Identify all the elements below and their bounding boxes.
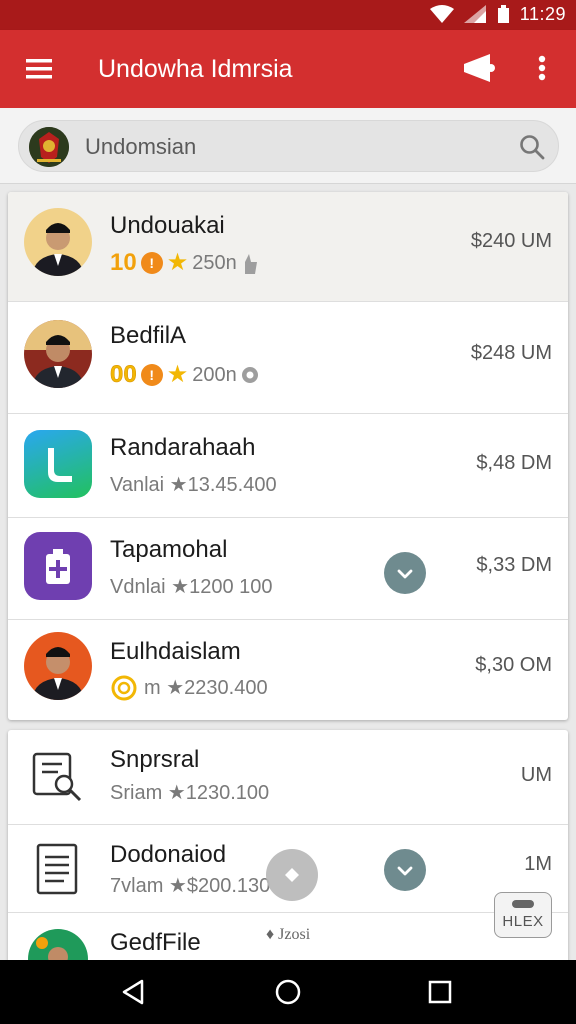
battery-app-icon: [24, 532, 92, 600]
item-count: m ★2230.400: [144, 677, 268, 699]
home-circle-icon: [275, 979, 301, 1005]
battery-icon: [497, 5, 509, 23]
list-item[interactable]: Tapamohal Vdnlai ★1200 100 $,33 DM: [8, 518, 568, 620]
item-count: 250n: [192, 252, 237, 274]
item-price: $,33 DM: [476, 554, 552, 576]
results-card: Undouakai 10 ! ★ 250n $240 UM BedfilA 00…: [8, 192, 568, 720]
document-search-icon: [32, 752, 82, 802]
share-button[interactable]: [460, 50, 498, 86]
item-name: Snprsral: [110, 746, 200, 773]
coin-icon: !: [140, 252, 163, 274]
more-options-button[interactable]: [530, 50, 554, 86]
check-button[interactable]: [384, 552, 426, 594]
wifi-icon: [429, 5, 454, 23]
check-button[interactable]: [384, 849, 426, 891]
menu-button[interactable]: [22, 54, 56, 84]
hlex-label: HLEX: [502, 913, 544, 930]
signal-icon: [463, 5, 486, 23]
share-icon: [464, 54, 495, 82]
item-meta: Vanlai ★13.45.400: [110, 474, 277, 496]
avatar: [24, 632, 92, 700]
coin-icon: !: [140, 364, 163, 386]
item-name: Randarahaah: [110, 434, 256, 461]
back-button[interactable]: [118, 976, 150, 1008]
item-name: Eulhdaislam: [110, 638, 241, 665]
search-area: [0, 108, 576, 184]
search-bar[interactable]: [18, 120, 559, 172]
item-price: $240 UM: [470, 230, 552, 252]
coin-outline-icon: [111, 675, 137, 701]
home-button[interactable]: [272, 976, 304, 1008]
item-price: $,48 DM: [476, 452, 552, 474]
item-price: $248 UM: [470, 342, 552, 364]
status-time: 11:29: [519, 3, 566, 24]
item-meta: Vdnlai ★1200 100: [110, 576, 273, 598]
item-count: 200n: [192, 364, 237, 386]
item-name: Undouakai: [110, 212, 225, 239]
star-icon: ★: [166, 361, 189, 388]
rank-badge: 00: [110, 361, 137, 388]
list-item[interactable]: Undouakai 10 ! ★ 250n $240 UM: [8, 192, 568, 302]
recents-button[interactable]: [424, 976, 456, 1008]
item-meta: 10 ! ★ 250n: [110, 250, 259, 276]
search-input[interactable]: [85, 129, 485, 165]
phone-app-icon: [24, 430, 92, 498]
chevron-down-icon: [397, 866, 413, 876]
floating-action-button[interactable]: [266, 849, 318, 901]
item-price: UM: [520, 764, 552, 786]
menu-icon: [26, 59, 52, 79]
item-name: GedfFile: [110, 929, 201, 956]
item-meta: m ★2230.400: [110, 674, 268, 702]
back-triangle-icon: [122, 979, 144, 1005]
item-name: Dodonaiod: [110, 841, 227, 868]
hand-icon: [244, 254, 257, 274]
emblem-icon: [29, 127, 69, 167]
rank-badge: 10: [110, 249, 137, 276]
list-item[interactable]: Eulhdaislam m ★2230.400 $,30 OM: [8, 620, 568, 720]
avatar: [24, 320, 92, 388]
search-icon[interactable]: [518, 133, 546, 161]
status-bar: 11:29: [0, 0, 576, 30]
document-icon: [36, 843, 78, 895]
floating-caption: ♦ Jzosi: [266, 926, 311, 943]
app-bar: Undowha Idmrsia: [0, 30, 576, 108]
more-vert-icon: [538, 55, 546, 81]
item-price: 1M: [524, 853, 552, 875]
dots-icon: [512, 900, 534, 908]
item-price: $,30 OM: [475, 654, 552, 676]
avatar: [24, 208, 92, 276]
navigation-bar: [0, 960, 576, 1024]
item-meta: Sriam ★1230.100: [110, 782, 270, 804]
item-meta: 00 ! ★ 200n: [110, 361, 259, 388]
diamond-icon: [285, 868, 299, 882]
item-name: Tapamohal: [110, 536, 228, 563]
star-icon: ★: [166, 249, 189, 276]
app-title: Undowha Idmrsia: [98, 55, 293, 83]
hlex-badge-button[interactable]: HLEX: [494, 892, 552, 938]
item-name: BedfilA: [110, 322, 187, 349]
recents-square-icon: [428, 980, 452, 1004]
info-icon: [241, 367, 258, 383]
list-item[interactable]: Randarahaah Vanlai ★13.45.400 $,48 DM: [8, 414, 568, 518]
list-item[interactable]: BedfilA 00 ! ★ 200n $248 UM: [8, 302, 568, 414]
item-meta: 7vlam ★$200.130: [110, 875, 271, 897]
list-item[interactable]: Snprsral Sriam ★1230.100 UM: [8, 730, 568, 825]
chevron-down-icon: [397, 569, 413, 579]
